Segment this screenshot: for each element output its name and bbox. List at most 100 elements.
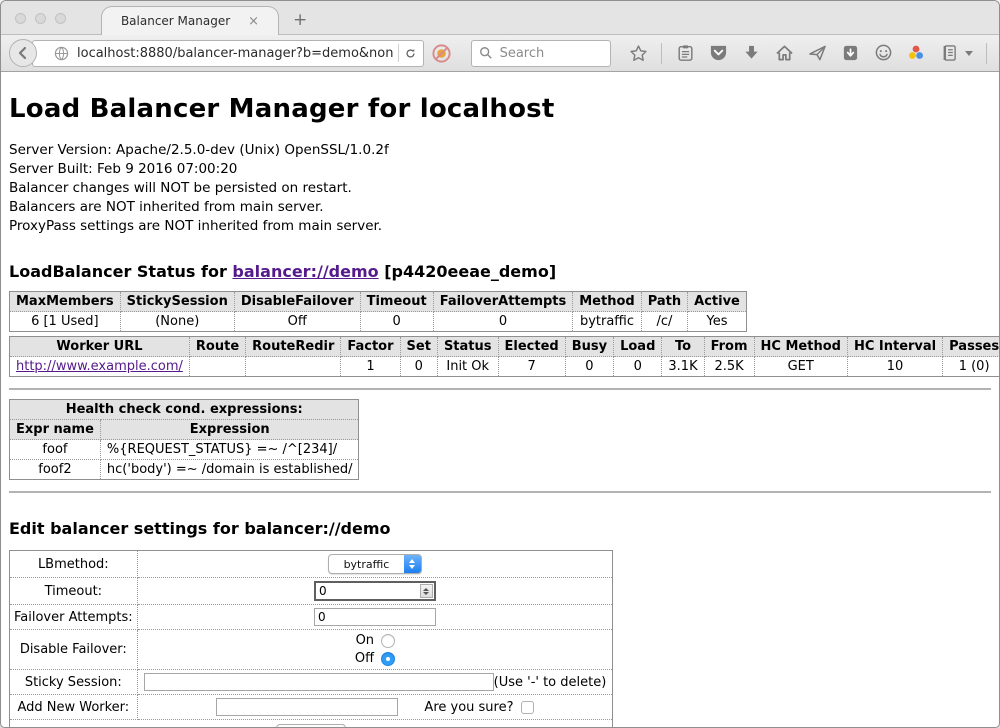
close-tab-icon[interactable]: × bbox=[248, 14, 259, 29]
toolbar-divider bbox=[986, 43, 987, 64]
timeout-input[interactable]: 0 bbox=[314, 581, 436, 601]
downloads-icon[interactable] bbox=[741, 43, 761, 63]
health-check-table: Health check cond. expressions: Expr nam… bbox=[9, 399, 359, 480]
balancer-demo-link[interactable]: balancer://demo bbox=[232, 262, 378, 281]
disable-failover-label: Disable Failover: bbox=[10, 630, 138, 670]
failover-attempts-label: Failover Attempts: bbox=[10, 605, 138, 630]
reading-list-icon[interactable] bbox=[675, 43, 695, 63]
balancer-settings-form: LBmethod: bytraffic Timeout: 0 bbox=[9, 550, 613, 727]
window-controls bbox=[15, 13, 66, 24]
back-button[interactable] bbox=[9, 39, 37, 67]
status-heading-prefix: LoadBalancer Status for bbox=[9, 262, 232, 281]
server-info: Server Version: Apache/2.5.0-dev (Unix) … bbox=[9, 141, 991, 236]
form-row-add-worker: Add New Worker: Are you sure? bbox=[10, 695, 613, 720]
health-table-title: Health check cond. expressions: bbox=[10, 400, 359, 420]
select-stepper-icon bbox=[404, 555, 421, 573]
tab-bar: Balancer Manager × + bbox=[1, 1, 999, 35]
tab-title: Balancer Manager bbox=[121, 14, 230, 28]
toolbar-divider bbox=[661, 43, 662, 64]
col-worker-url: Worker URL bbox=[10, 337, 190, 357]
url-input[interactable] bbox=[77, 46, 394, 61]
section-divider bbox=[9, 388, 991, 390]
timeout-value: 0 bbox=[316, 583, 419, 599]
bookmark-star-icon[interactable] bbox=[628, 43, 648, 63]
table-title-row: Health check cond. expressions: bbox=[10, 400, 359, 420]
sticky-session-hint: (Use '-' to delete) bbox=[494, 675, 607, 690]
reload-icon[interactable] bbox=[403, 43, 423, 63]
url-bar[interactable] bbox=[32, 40, 424, 67]
globe-icon bbox=[51, 43, 71, 63]
add-new-worker-label: Add New Worker: bbox=[10, 695, 138, 720]
server-built: Server Built: Feb 9 2016 07:00:20 bbox=[9, 160, 991, 179]
table-row: foof2 hc('body') =~ /domain is establish… bbox=[10, 460, 359, 480]
toolbar-icons bbox=[628, 43, 1000, 64]
section-divider bbox=[9, 491, 991, 493]
status-heading-suffix: [p4420eeae_demo] bbox=[379, 262, 557, 281]
submit-button[interactable]: Submit bbox=[276, 724, 347, 727]
proxypass-notice: ProxyPass settings are NOT inherited fro… bbox=[9, 217, 991, 236]
form-row-failover-attempts: Failover Attempts: bbox=[10, 605, 613, 630]
browser-window: Balancer Manager × + bbox=[0, 0, 1000, 728]
table-header-row: Worker URL Route RouteRedir Factor Set S… bbox=[10, 337, 1000, 357]
table-row: foof %{REQUEST_STATUS} =~ /^[234]/ bbox=[10, 440, 359, 460]
zoom-window-button[interactable] bbox=[55, 13, 66, 24]
save-to-device-icon[interactable] bbox=[840, 43, 860, 63]
col-expr-name: Expr name bbox=[10, 420, 101, 440]
colors-extension-icon[interactable] bbox=[906, 43, 926, 63]
sticky-session-label: Sticky Session: bbox=[10, 670, 138, 695]
col-path: Path bbox=[641, 292, 687, 312]
lbmethod-select[interactable]: bytraffic bbox=[328, 554, 422, 574]
are-you-sure-checkbox[interactable] bbox=[521, 701, 534, 714]
back-arrow-icon bbox=[13, 43, 33, 63]
form-row-disable-failover: Disable Failover: On Off bbox=[10, 630, 613, 670]
worker-row: http://www.example.com/ 1 0 Init Ok 7 0 … bbox=[10, 357, 1000, 377]
worker-url-link[interactable]: http://www.example.com/ bbox=[16, 359, 183, 374]
hello-smiley-icon[interactable] bbox=[873, 43, 893, 63]
search-bar[interactable] bbox=[471, 40, 611, 67]
on-label: On bbox=[356, 633, 374, 648]
col-expression: Expression bbox=[100, 420, 359, 440]
search-input[interactable] bbox=[500, 46, 604, 61]
send-tab-icon[interactable] bbox=[807, 43, 827, 63]
col-active: Active bbox=[688, 292, 747, 312]
inherit-notice: Balancers are NOT inherited from main se… bbox=[9, 198, 991, 217]
col-disablefailover: DisableFailover bbox=[234, 292, 360, 312]
col-method: Method bbox=[573, 292, 641, 312]
navigation-toolbar bbox=[1, 35, 999, 72]
notes-panel-icon[interactable] bbox=[939, 43, 959, 63]
close-window-button[interactable] bbox=[15, 13, 26, 24]
sticky-session-input[interactable] bbox=[144, 673, 494, 691]
timeout-label: Timeout: bbox=[10, 578, 138, 605]
worker-table: Worker URL Route RouteRedir Factor Set S… bbox=[9, 336, 999, 377]
server-version: Server Version: Apache/2.5.0-dev (Unix) … bbox=[9, 141, 991, 160]
off-label: Off bbox=[355, 651, 374, 666]
lbmethod-selected-value: bytraffic bbox=[329, 555, 404, 573]
col-stickysession: StickySession bbox=[120, 292, 234, 312]
table-header-row: MaxMembers StickySession DisableFailover… bbox=[10, 292, 747, 312]
number-spinner-icon[interactable] bbox=[420, 584, 433, 598]
form-row-submit: Submit bbox=[10, 720, 613, 728]
new-tab-button[interactable]: + bbox=[293, 12, 307, 29]
chevron-down-icon[interactable] bbox=[965, 51, 973, 56]
blocked-content-icon[interactable] bbox=[431, 42, 452, 64]
disable-failover-on-radio[interactable] bbox=[381, 634, 395, 648]
url-divider bbox=[398, 44, 399, 62]
loadbalancer-status-heading: LoadBalancer Status for balancer://demo … bbox=[9, 262, 991, 281]
balancer-status-table: MaxMembers StickySession DisableFailover… bbox=[9, 291, 747, 332]
minimize-window-button[interactable] bbox=[35, 13, 46, 24]
form-row-timeout: Timeout: 0 bbox=[10, 578, 613, 605]
persist-notice: Balancer changes will NOT be persisted o… bbox=[9, 179, 991, 198]
page-title: Load Balancer Manager for localhost bbox=[9, 72, 991, 141]
home-icon[interactable] bbox=[774, 43, 794, 63]
add-worker-input[interactable] bbox=[216, 698, 398, 716]
tab-balancer-manager[interactable]: Balancer Manager × bbox=[101, 6, 279, 35]
search-icon bbox=[478, 43, 495, 63]
col-timeout: Timeout bbox=[360, 292, 433, 312]
form-row-lbmethod: LBmethod: bytraffic bbox=[10, 551, 613, 578]
col-maxmembers: MaxMembers bbox=[10, 292, 121, 312]
pocket-icon[interactable] bbox=[708, 43, 728, 63]
col-failoverattempts: FailoverAttempts bbox=[433, 292, 573, 312]
failover-attempts-input[interactable] bbox=[314, 608, 436, 626]
form-row-sticky-session: Sticky Session: (Use '-' to delete) bbox=[10, 670, 613, 695]
disable-failover-off-radio[interactable] bbox=[381, 652, 395, 666]
